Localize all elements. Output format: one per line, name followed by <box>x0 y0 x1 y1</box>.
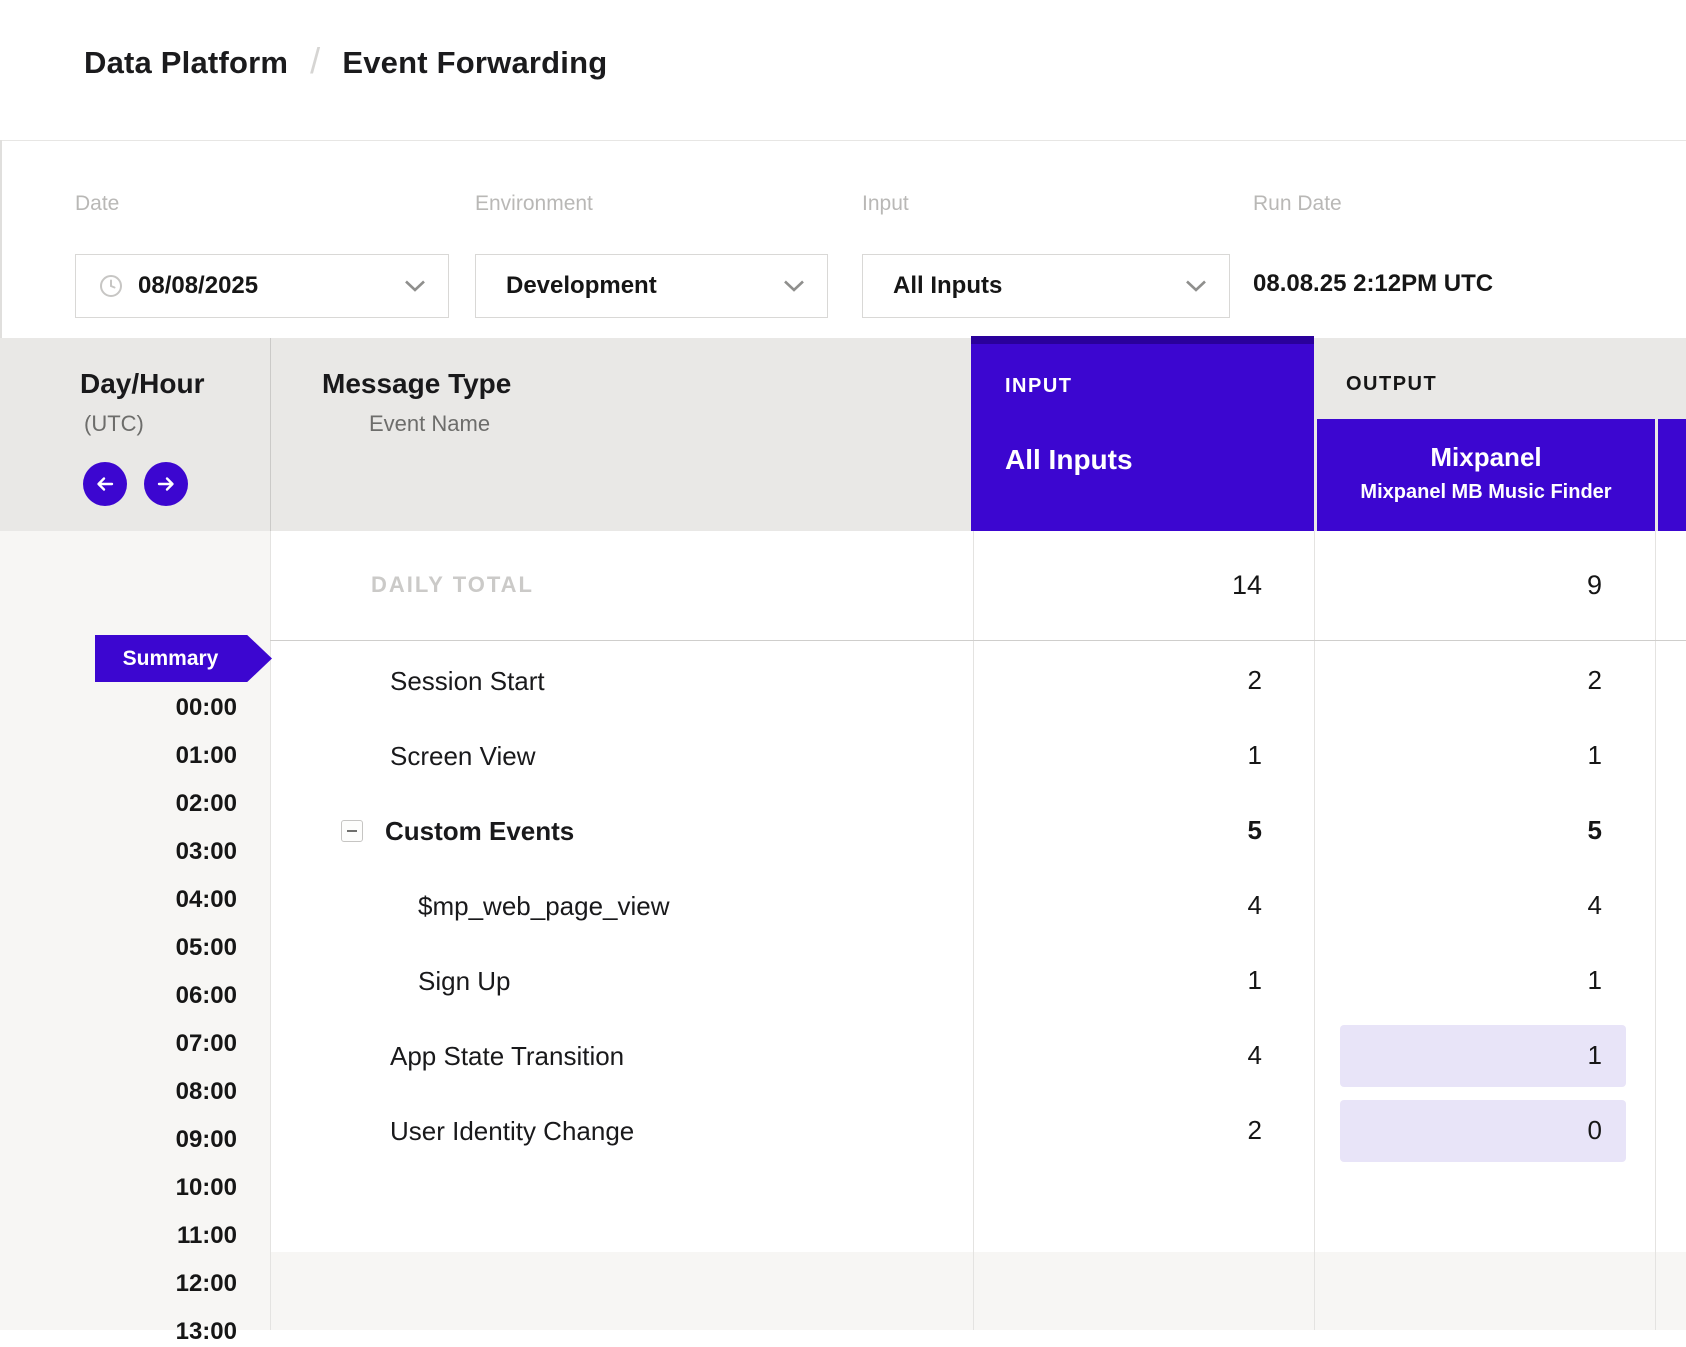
date-filter-label: Date <box>75 192 119 218</box>
input-count-cell: 1 <box>1042 964 1262 997</box>
input-count-cell: 2 <box>1042 664 1262 697</box>
date-dropdown[interactable]: 08/08/2025 <box>75 254 449 318</box>
input-column-title: All Inputs <box>1005 444 1133 476</box>
hour-label[interactable]: 11:00 <box>77 1221 237 1251</box>
next-output-column-partial[interactable] <box>1658 419 1686 531</box>
arrow-right-icon <box>154 472 178 496</box>
input-section-label: INPUT <box>1005 375 1073 398</box>
event-row-label: Session Start <box>390 665 545 698</box>
output-count-cell: 2 <box>1382 664 1602 697</box>
output-section-label: OUTPUT <box>1346 373 1437 396</box>
table-footer-background <box>270 1252 1686 1330</box>
header-divider <box>0 140 1686 141</box>
clock-icon <box>98 273 124 299</box>
event-name-subheader: Event Name <box>369 411 490 437</box>
input-count-cell: 4 <box>1042 889 1262 922</box>
breadcrumb-section[interactable]: Data Platform <box>84 45 288 81</box>
input-count-cell: 1 <box>1042 739 1262 772</box>
column-divider <box>1655 531 1656 1330</box>
chevron-down-icon <box>783 280 805 293</box>
column-divider <box>270 338 271 531</box>
hour-label[interactable]: 00:00 <box>77 693 237 723</box>
daily-total-output-count: 9 <box>1382 570 1602 602</box>
hour-label[interactable]: 06:00 <box>77 981 237 1011</box>
breadcrumb: Data Platform / Event Forwarding <box>84 42 607 84</box>
hour-label[interactable]: 09:00 <box>77 1125 237 1155</box>
minus-glyph <box>347 830 357 832</box>
column-divider <box>973 531 974 1330</box>
output-column-title: Mixpanel <box>1317 442 1655 473</box>
hour-label[interactable]: 10:00 <box>77 1173 237 1203</box>
output-column-header[interactable]: Mixpanel Mixpanel MB Music Finder <box>1317 419 1655 531</box>
summary-row-tag[interactable]: Summary <box>95 635 272 682</box>
collapse-toggle-icon[interactable] <box>341 820 363 842</box>
event-row-label: Screen View <box>390 740 536 773</box>
hour-label[interactable]: 05:00 <box>77 933 237 963</box>
hour-label[interactable]: 02:00 <box>77 789 237 819</box>
next-day-button[interactable] <box>144 462 188 506</box>
run-date-value: 08.08.25 2:12PM UTC <box>1253 270 1493 304</box>
output-column-subtitle: Mixpanel MB Music Finder <box>1317 481 1655 504</box>
message-type-header: Message Type <box>322 368 511 400</box>
event-row-label: Custom Events <box>385 815 574 848</box>
environment-dropdown[interactable]: Development <box>475 254 828 318</box>
output-count-cell: 1 <box>1382 739 1602 772</box>
hour-label[interactable]: 13:00 <box>77 1317 237 1347</box>
breadcrumb-separator: / <box>310 40 320 82</box>
hour-label[interactable]: 04:00 <box>77 885 237 915</box>
daily-total-input-count: 14 <box>1042 570 1262 602</box>
day-hour-header: Day/Hour <box>80 368 204 400</box>
hour-label[interactable]: 01:00 <box>77 741 237 771</box>
input-dropdown[interactable]: All Inputs <box>862 254 1230 318</box>
previous-day-button[interactable] <box>83 462 127 506</box>
input-filter-label: Input <box>862 192 909 218</box>
event-row-label: Sign Up <box>418 965 511 998</box>
chevron-down-icon <box>1185 280 1207 293</box>
hour-label[interactable]: 08:00 <box>77 1077 237 1107</box>
daily-total-divider <box>270 640 1686 641</box>
input-value: All Inputs <box>893 272 1002 300</box>
hour-label[interactable]: 12:00 <box>77 1269 237 1299</box>
event-row-label: App State Transition <box>390 1040 624 1073</box>
column-divider <box>270 531 271 1330</box>
breadcrumb-page: Event Forwarding <box>342 45 607 81</box>
hour-label[interactable]: 03:00 <box>77 837 237 867</box>
environment-value: Development <box>506 272 657 300</box>
input-column-accent <box>971 336 1314 344</box>
output-count-cell: 4 <box>1382 889 1602 922</box>
chevron-down-icon <box>404 280 426 293</box>
input-count-cell: 2 <box>1042 1114 1262 1147</box>
output-count-cell: 0 <box>1382 1114 1602 1147</box>
input-count-cell: 5 <box>1042 814 1262 847</box>
event-row-label: $mp_web_page_view <box>418 890 670 923</box>
column-divider <box>1314 531 1315 1330</box>
output-count-cell: 5 <box>1382 814 1602 847</box>
run-date-label: Run Date <box>1253 192 1342 218</box>
event-row-label: User Identity Change <box>390 1115 634 1148</box>
date-value: 08/08/2025 <box>138 272 258 300</box>
output-count-cell: 1 <box>1382 964 1602 997</box>
day-hour-timezone: (UTC) <box>84 411 144 437</box>
summary-tag-label: Summary <box>123 647 219 671</box>
environment-filter-label: Environment <box>475 192 593 218</box>
output-count-cell: 1 <box>1382 1039 1602 1072</box>
input-count-cell: 4 <box>1042 1039 1262 1072</box>
hour-label[interactable]: 07:00 <box>77 1029 237 1059</box>
event-forwarding-page: { "breadcrumb": { "section": "Data Platf… <box>0 0 1686 1330</box>
daily-total-label: DAILY TOTAL <box>371 572 534 598</box>
arrow-left-icon <box>93 472 117 496</box>
input-column-header[interactable]: INPUT All Inputs <box>971 336 1314 531</box>
